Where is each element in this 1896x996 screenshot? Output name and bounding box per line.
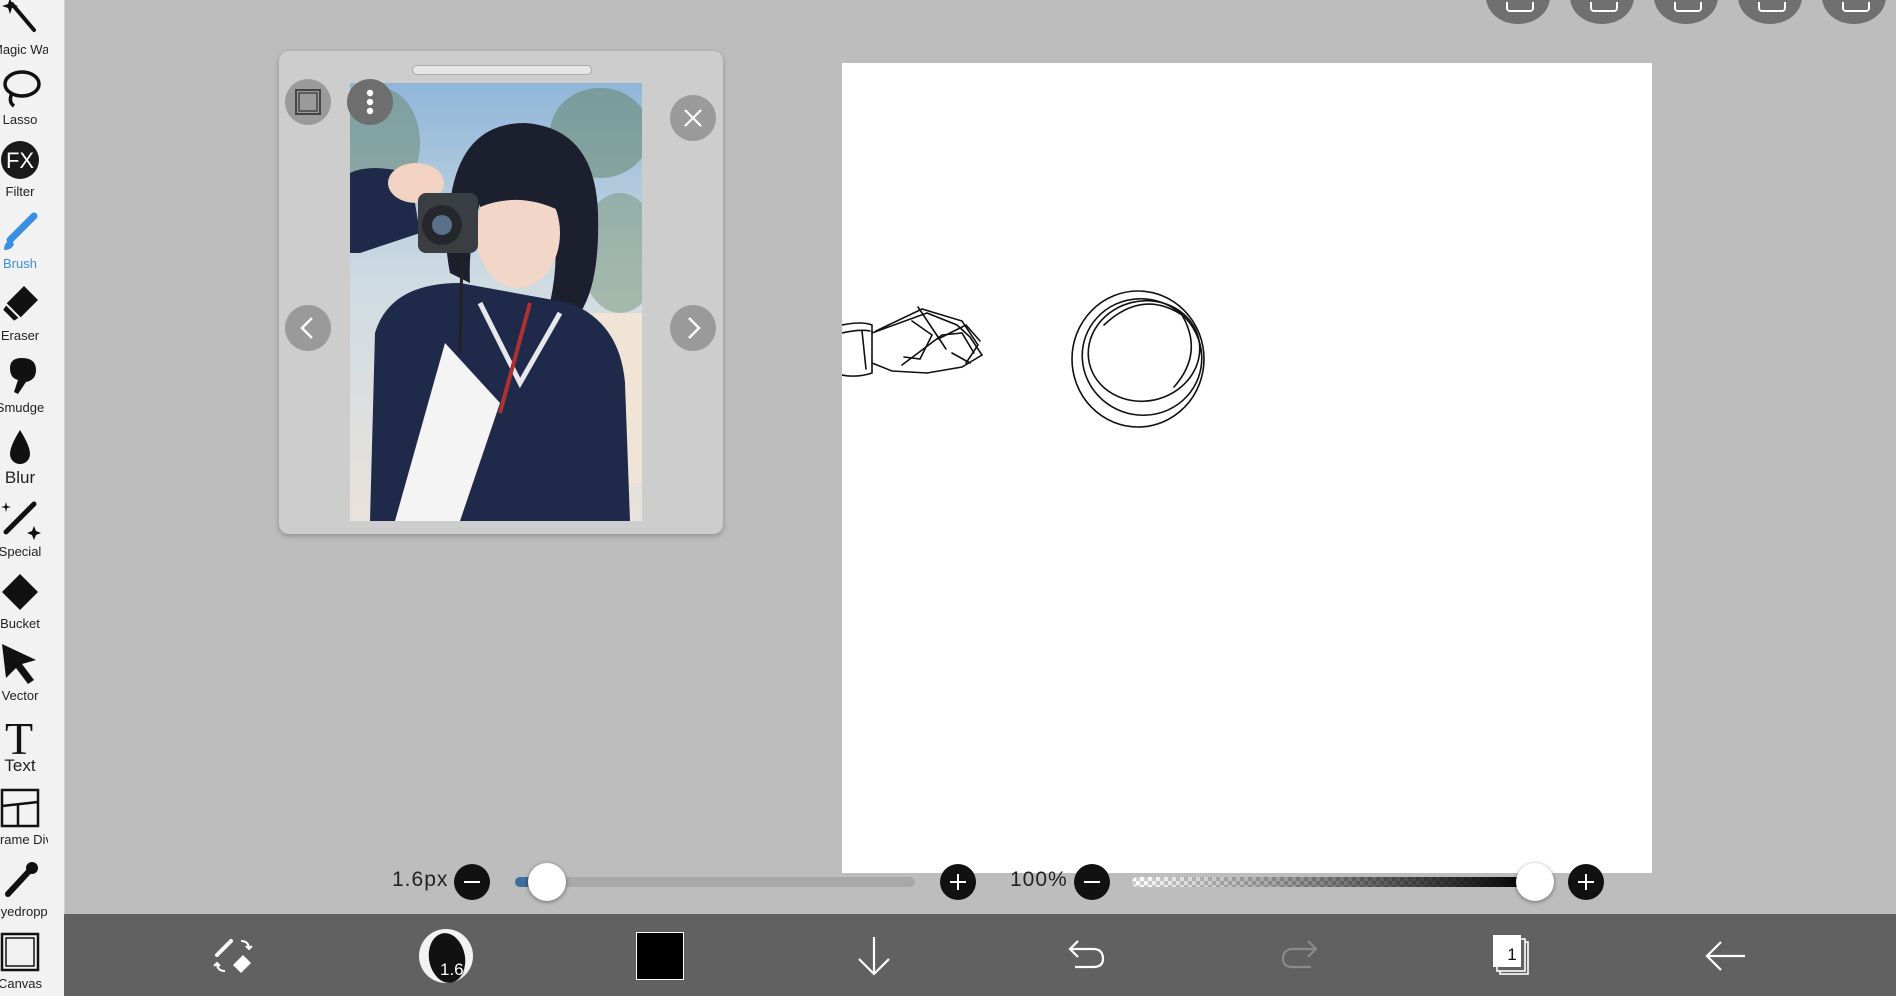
brush-size-decrease-button[interactable] [454, 864, 490, 900]
tool-label: Eyedropper [0, 904, 48, 919]
layer-count: 1 [1507, 945, 1517, 964]
minus-icon [464, 881, 480, 883]
bottom-toolbar: 1.6 1 [64, 914, 1896, 996]
chevron-left-icon [300, 317, 313, 339]
tool-smudge[interactable]: Smudge [0, 354, 64, 426]
tool-eyedropper[interactable]: Eyedropper [0, 858, 64, 930]
tool-label: Text [4, 756, 36, 775]
text-icon: T [5, 714, 33, 760]
current-color-swatch [636, 932, 684, 980]
brush-size-preview-button[interactable]: 1.6 [418, 928, 474, 984]
brush-size-preview-label: 1.6 [440, 960, 464, 979]
tool-eraser[interactable]: Eraser [0, 282, 64, 354]
back-button[interactable] [1698, 928, 1754, 984]
fullscreen-button[interactable] [1822, 0, 1886, 24]
close-icon [684, 109, 702, 127]
reference-next-button[interactable] [670, 305, 716, 351]
reference-window [279, 51, 723, 534]
transform-button[interactable] [1738, 0, 1802, 24]
brush-size-slider[interactable] [515, 877, 915, 887]
opacity-slider[interactable] [1132, 877, 1532, 887]
undo-icon [1068, 940, 1105, 969]
opacity-slider-handle[interactable] [1516, 863, 1554, 901]
color-button[interactable] [632, 928, 688, 984]
opacity-value: 100% [1010, 868, 1068, 891]
tool-bucket[interactable]: Bucket [0, 570, 64, 642]
tool-brush[interactable]: Brush [0, 210, 64, 282]
arrow-left-icon [1705, 941, 1745, 971]
tool-label: Smudge [0, 400, 45, 415]
redo-icon [1281, 940, 1318, 969]
lasso-icon [3, 70, 41, 108]
opacity-increase-button[interactable] [1568, 864, 1604, 900]
magic-wand-icon [2, 0, 36, 32]
tool-label: Bucket [0, 616, 40, 631]
tool-frame-divider[interactable]: Frame Divider [0, 786, 64, 858]
undo-button[interactable] [1058, 928, 1114, 984]
top-menu-button[interactable] [1486, 0, 1550, 24]
bucket-icon [2, 574, 38, 610]
tool-filter[interactable]: FX Filter [0, 138, 64, 210]
special-pen-icon [1, 501, 41, 540]
reference-more-button[interactable] [347, 79, 393, 125]
swap-brush-eraser-icon [213, 939, 253, 973]
tool-label: Filter [5, 184, 35, 199]
tool-blur[interactable]: Blur [0, 426, 64, 498]
tool-magic-wand[interactable]: Magic Wand [0, 0, 64, 68]
frame-divider-icon [0, 788, 40, 828]
eyedropper-icon [5, 862, 38, 897]
tool-label: Vector [1, 688, 39, 703]
eraser-icon [0, 286, 38, 324]
brush-icon [4, 212, 38, 250]
drag-handle[interactable] [412, 65, 592, 75]
download-button[interactable] [846, 928, 902, 984]
frame-icon [295, 89, 321, 115]
tool-label: Blur [4, 468, 36, 487]
tool-label: Lasso [2, 112, 38, 127]
canvas-icon [0, 932, 40, 972]
tool-label: Frame Divider [0, 832, 48, 847]
layers-button[interactable]: 1 [1484, 928, 1540, 984]
reference-frame-button[interactable] [285, 79, 331, 125]
reference-prev-button[interactable] [285, 305, 331, 351]
svg-text:FX: FX [6, 148, 34, 173]
opacity-decrease-button[interactable] [1074, 864, 1110, 900]
arrow-down-icon [858, 937, 890, 976]
tool-lasso[interactable]: Lasso [0, 66, 64, 138]
redo-button[interactable] [1272, 928, 1328, 984]
tool-canvas[interactable]: Canvas [0, 930, 64, 996]
tool-vector[interactable]: Vector [0, 642, 64, 714]
blur-drop-icon [10, 430, 30, 464]
left-toolbar: Magic Wand Lasso FX Filter Brush Eraser [0, 0, 65, 996]
selection-button[interactable] [1570, 0, 1634, 24]
tool-text[interactable]: T Text [0, 714, 64, 786]
brush-size-value: 1.6px [392, 868, 449, 891]
more-vertical-icon [366, 89, 374, 115]
vector-cursor-icon [2, 644, 36, 684]
fx-icon: FX [1, 141, 39, 179]
tool-label: Magic Wand [0, 42, 48, 57]
brush-size-increase-button[interactable] [940, 864, 976, 900]
swap-brush-eraser-button[interactable] [206, 928, 262, 984]
smudge-icon [10, 358, 36, 394]
tool-special[interactable]: Special [0, 498, 64, 570]
drawing-canvas[interactable] [841, 63, 1652, 873]
reference-photo [350, 83, 642, 521]
tool-label: Eraser [0, 328, 40, 343]
sketch-strokes [841, 290, 1205, 428]
tool-label: Canvas [0, 976, 43, 991]
tool-label: Special [0, 544, 42, 559]
svg-text:T: T [5, 714, 33, 760]
tool-label: Brush [3, 256, 37, 271]
brush-size-slider-handle[interactable] [528, 863, 567, 901]
minus-icon [1084, 881, 1100, 883]
mask-button[interactable] [1654, 0, 1718, 24]
reference-close-button[interactable] [670, 95, 716, 141]
chevron-right-icon [688, 317, 701, 339]
